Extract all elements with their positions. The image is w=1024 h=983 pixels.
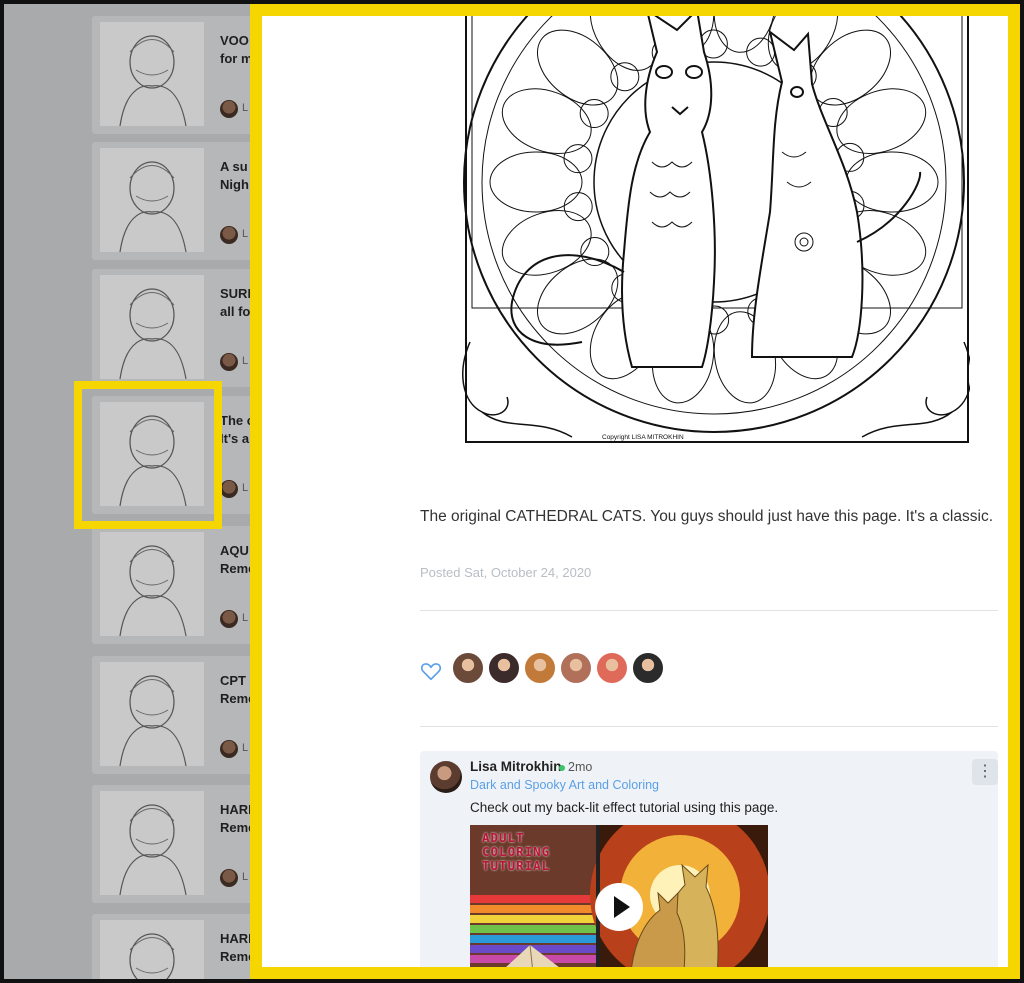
sidebar-post-card[interactable]: CPT I Reme L [92, 656, 262, 774]
post-thumbnail[interactable] [100, 662, 204, 766]
liker-avatar[interactable] [632, 652, 664, 684]
video-thumbnail[interactable]: ADULT COLORING TUTURIAL [470, 825, 768, 967]
play-button[interactable] [595, 883, 643, 931]
video-title-line: COLORING [482, 844, 551, 859]
author-avatar[interactable] [220, 869, 238, 887]
heart-icon[interactable] [420, 660, 442, 682]
sidebar-post-card[interactable]: HARIRemeL [92, 785, 262, 903]
post-detail-panel: Copyright LISA MITROKHIN The original CA… [250, 4, 1020, 979]
image-copyright-text: Copyright LISA MITROKHIN [602, 434, 684, 441]
sidebar-post-card[interactable]: HARIRemeL [92, 914, 262, 979]
post-thumbnail[interactable] [100, 22, 204, 126]
coloring-page-image[interactable]: Copyright LISA MITROKHIN [452, 12, 970, 452]
author-name[interactable]: L [242, 612, 248, 624]
author-name[interactable]: L [242, 228, 248, 240]
play-icon [614, 896, 630, 918]
post-thumbnail[interactable] [100, 920, 204, 979]
video-title-overlay: ADULT COLORING TUTURIAL [482, 831, 550, 873]
comment-author-avatar[interactable] [430, 761, 462, 793]
post-thumbnail[interactable] [100, 275, 204, 379]
post-thumbnail[interactable] [100, 532, 204, 636]
liker-avatar[interactable] [560, 652, 592, 684]
author-avatar[interactable] [220, 740, 238, 758]
video-title-line: TUTURIAL [482, 858, 551, 873]
liker-avatar[interactable] [524, 652, 556, 684]
online-status-dot [559, 765, 565, 771]
divider [420, 610, 998, 611]
post-caption: The original CATHEDRAL CATS. You guys sh… [420, 508, 994, 525]
sidebar-post-card[interactable]: SURF all fo L [92, 269, 262, 387]
comment-time[interactable]: 2mo [568, 760, 592, 774]
more-options-icon[interactable]: ⋮ [972, 759, 998, 785]
selected-post-highlight [74, 381, 222, 529]
divider [420, 726, 998, 727]
comment-author-name[interactable]: Lisa Mitrokhin [470, 759, 562, 774]
author-name[interactable]: L [242, 482, 248, 494]
sidebar-post-card[interactable]: VOO for mL [92, 16, 262, 134]
comment-group-link[interactable]: Dark and Spooky Art and Coloring [470, 778, 659, 792]
author-avatar[interactable] [220, 480, 238, 498]
author-name[interactable]: L [242, 102, 248, 114]
author-avatar[interactable] [220, 226, 238, 244]
video-title-line: ADULT [482, 830, 525, 845]
author-name[interactable]: L [242, 355, 248, 367]
post-date: Posted Sat, October 24, 2020 [420, 565, 592, 580]
liker-avatar[interactable] [488, 652, 520, 684]
post-thumbnail[interactable] [100, 791, 204, 895]
author-avatar[interactable] [220, 353, 238, 371]
sidebar-post-card[interactable]: A su Nigh L [92, 142, 262, 260]
liker-avatar[interactable] [596, 652, 628, 684]
author-name[interactable]: L [242, 871, 248, 883]
author-avatar[interactable] [220, 610, 238, 628]
sidebar-post-card[interactable]: AQU Reme L [92, 526, 262, 644]
comment-text: Check out my back-lit effect tutorial us… [470, 800, 779, 815]
comment-card: Lisa Mitrokhin 2mo Dark and Spooky Art a… [420, 751, 998, 967]
post-thumbnail[interactable] [100, 148, 204, 252]
author-name[interactable]: L [242, 742, 248, 754]
author-avatar[interactable] [220, 100, 238, 118]
liker-avatar[interactable] [452, 652, 484, 684]
